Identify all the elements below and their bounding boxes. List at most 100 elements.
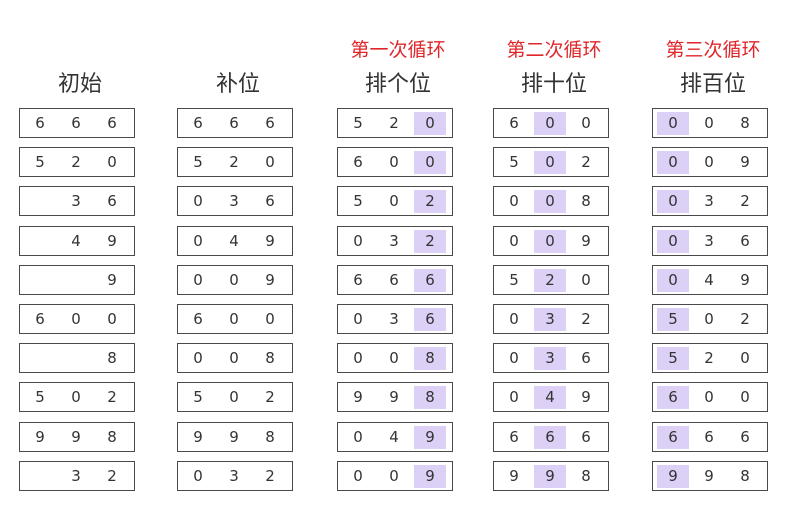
digit-cell: 8 (581, 192, 591, 210)
number-row: 032 (177, 461, 293, 491)
digit-cell-highlighted: 0 (414, 151, 446, 174)
digit-cell: 3 (71, 192, 81, 210)
digit-cell: 2 (389, 114, 399, 132)
digit-cell (60, 269, 92, 292)
digit-cell: 0 (229, 349, 239, 367)
digit-cell (24, 465, 56, 488)
digit-cell: 6 (581, 428, 591, 446)
digit-cell-highlighted: 2 (534, 269, 566, 292)
digit-cell: 2 (265, 388, 275, 406)
digit-cell: 3 (71, 467, 81, 485)
digit-cell: 0 (353, 310, 363, 328)
digit-cell-highlighted: 8 (414, 386, 446, 409)
number-row: 502 (493, 147, 609, 177)
number-row: 998 (493, 461, 609, 491)
digit-cell: 5 (509, 271, 519, 289)
digit-cell: 0 (193, 467, 203, 485)
digit-cell: 2 (740, 192, 750, 210)
digit-cell-highlighted: 0 (534, 190, 566, 213)
digit-cell: 5 (35, 388, 45, 406)
number-row: 600 (652, 382, 768, 412)
digit-cell: 8 (740, 467, 750, 485)
digit-cell-highlighted: 6 (534, 426, 566, 449)
digit-cell-highlighted: 2 (414, 230, 446, 253)
digit-cell: 2 (581, 153, 591, 171)
digit-cell: 0 (193, 232, 203, 250)
digit-cell-highlighted: 6 (414, 308, 446, 331)
digit-cell: 0 (107, 153, 117, 171)
number-row: 32 (19, 461, 135, 491)
digit-cell: 9 (740, 153, 750, 171)
number-row: 049 (493, 382, 609, 412)
number-row: 5 20 (337, 108, 453, 138)
digit-cell: 9 (740, 271, 750, 289)
number-row: 008 (177, 343, 293, 373)
number-row: 998 (19, 422, 135, 452)
number-row: 049 (177, 226, 293, 256)
digit-cell: 0 (353, 467, 363, 485)
digit-cell-highlighted: 9 (414, 465, 446, 488)
digit-cell: 6 (581, 349, 591, 367)
digit-cell: 9 (265, 232, 275, 250)
number-row: 6 6 6 (19, 108, 135, 138)
digit-cell: 9 (265, 271, 275, 289)
number-row: 008 (652, 108, 768, 138)
digit-cell: 5 (353, 114, 363, 132)
number-row: 5 2 0 (19, 147, 135, 177)
digit-cell: 9 (509, 467, 519, 485)
digit-cell: 6 (265, 114, 275, 132)
digit-cell: 2 (71, 153, 81, 171)
number-row: 008 (337, 343, 453, 373)
digit-cell: 6 (193, 310, 203, 328)
digit-cell: 3 (229, 192, 239, 210)
digit-cell-highlighted: 6 (657, 426, 689, 449)
digit-cell: 2 (581, 310, 591, 328)
digit-cell: 9 (353, 388, 363, 406)
digit-cell: 2 (229, 153, 239, 171)
number-row: 502 (19, 382, 135, 412)
number-row: 520 (493, 265, 609, 295)
digit-cell (24, 230, 56, 253)
digit-cell: 6 (107, 192, 117, 210)
digit-cell-highlighted: 0 (657, 151, 689, 174)
digit-cell: 0 (353, 349, 363, 367)
digit-cell-highlighted: 9 (414, 426, 446, 449)
digit-cell: 0 (389, 349, 399, 367)
digit-cell: 0 (704, 310, 714, 328)
column-title: 排百位 (679, 72, 746, 97)
digit-cell-highlighted: 9 (657, 465, 689, 488)
number-row: 036 (493, 343, 609, 373)
column-title: 补位 (215, 72, 260, 97)
number-row: 032 (493, 304, 609, 334)
digit-cell: 6 (71, 114, 81, 132)
digit-cell: 8 (107, 349, 117, 367)
digit-cell: 6 (704, 428, 714, 446)
digit-cell: 9 (107, 232, 117, 250)
digit-cell: 9 (107, 271, 117, 289)
digit-cell-highlighted: 5 (657, 308, 689, 331)
digit-cell: 6 (353, 271, 363, 289)
digit-cell-highlighted: 0 (414, 112, 446, 135)
digit-cell: 6 (107, 114, 117, 132)
number-row: 009 (337, 461, 453, 491)
digit-cell-highlighted: 0 (657, 190, 689, 213)
digit-cell: 0 (509, 192, 519, 210)
number-row: 600 (493, 108, 609, 138)
digit-cell: 0 (229, 271, 239, 289)
digit-cell: 9 (581, 232, 591, 250)
digit-cell: 9 (704, 467, 714, 485)
digit-cell: 0 (229, 388, 239, 406)
digit-cell (24, 347, 56, 370)
digit-cell: 8 (740, 114, 750, 132)
digit-cell: 5 (35, 153, 45, 171)
digit-cell-highlighted: 0 (657, 269, 689, 292)
digit-cell: 5 (353, 192, 363, 210)
column-title: 初始 (57, 72, 102, 97)
digit-cell: 0 (193, 271, 203, 289)
number-row: 600 (337, 147, 453, 177)
digit-cell: 2 (107, 388, 117, 406)
digit-cell-highlighted: 0 (657, 230, 689, 253)
digit-cell: 0 (353, 232, 363, 250)
digit-cell: 2 (740, 310, 750, 328)
digit-cell: 0 (193, 349, 203, 367)
